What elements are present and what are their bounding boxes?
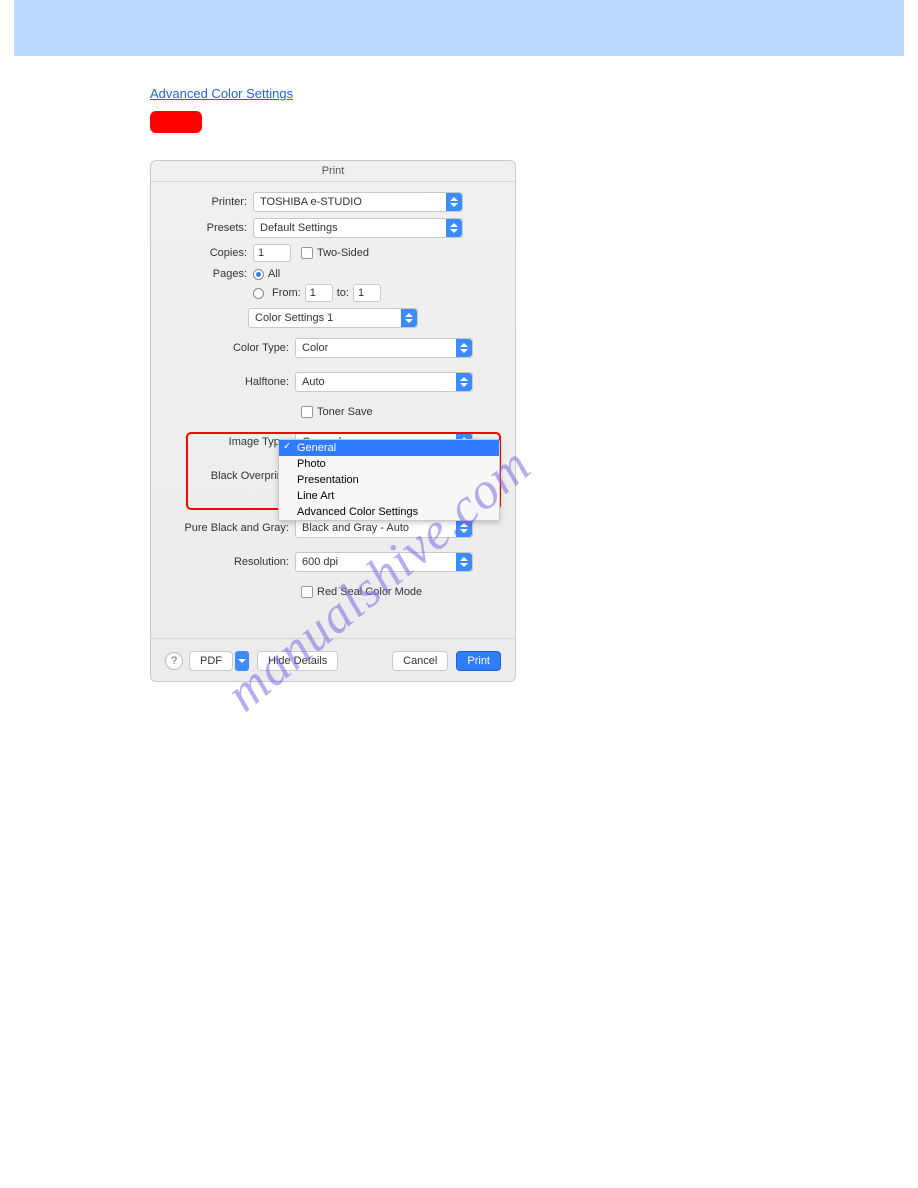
chevron-updown-icon: [456, 553, 472, 571]
content-area: Advanced Color Settings Print Printer: T…: [0, 86, 918, 682]
print-button[interactable]: Print: [456, 651, 501, 671]
copies-input[interactable]: 1: [253, 244, 291, 262]
page-header-band: [14, 0, 904, 56]
pages-all-radio[interactable]: [253, 269, 264, 280]
red-seal-label: Red Seal Color Mode: [317, 586, 422, 598]
chevron-updown-icon: [456, 339, 472, 357]
chevron-updown-icon: [446, 193, 462, 211]
chevron-updown-icon: [446, 219, 462, 237]
menu-item-general[interactable]: General: [279, 440, 499, 456]
menu-item-presentation[interactable]: Presentation: [279, 472, 499, 488]
chevron-updown-icon: [401, 309, 417, 327]
chevron-down-icon: [235, 651, 249, 671]
section-select[interactable]: Color Settings 1: [248, 308, 418, 328]
help-button[interactable]: ?: [165, 652, 183, 670]
dialog-title: Print: [151, 161, 515, 182]
copies-label: Copies:: [167, 247, 253, 259]
chevron-updown-icon: [456, 519, 472, 537]
color-type-value: Color: [302, 342, 328, 354]
hide-details-button[interactable]: Hide Details: [257, 651, 338, 671]
pages-to-input[interactable]: 1: [353, 284, 381, 302]
presets-select[interactable]: Default Settings: [253, 218, 463, 238]
menu-item-photo[interactable]: Photo: [279, 456, 499, 472]
pdf-dropdown[interactable]: PDF: [189, 651, 249, 671]
halftone-select[interactable]: Auto: [295, 372, 473, 392]
section-value: Color Settings 1: [255, 312, 333, 324]
pure-black-gray-value: Black and Gray - Auto: [302, 522, 409, 534]
pages-from-input[interactable]: 1: [305, 284, 333, 302]
resolution-value: 600 dpi: [302, 556, 338, 568]
menu-item-advanced-color-settings[interactable]: Advanced Color Settings: [279, 504, 499, 520]
image-type-menu[interactable]: General Photo Presentation Line Art Adva…: [278, 439, 500, 521]
toner-save-checkbox[interactable]: [301, 406, 313, 418]
dialog-footer: ? PDF Hide Details Cancel Print: [151, 638, 515, 671]
two-sided-label: Two-Sided: [317, 247, 369, 259]
presets-value: Default Settings: [260, 222, 338, 234]
toner-save-label: Toner Save: [317, 406, 373, 418]
image-type-label: Image Type:: [167, 436, 295, 448]
resolution-select[interactable]: 600 dpi: [295, 552, 473, 572]
color-type-select[interactable]: Color: [295, 338, 473, 358]
pure-black-gray-select[interactable]: Black and Gray - Auto: [295, 518, 473, 538]
pages-all-label: All: [268, 268, 280, 280]
presets-label: Presets:: [167, 222, 253, 234]
pages-range-radio[interactable]: [253, 288, 264, 299]
print-dialog: Print Printer: TOSHIBA e-STUDIO Presets:…: [150, 160, 516, 682]
printer-select[interactable]: TOSHIBA e-STUDIO: [253, 192, 463, 212]
pages-label: Pages:: [167, 268, 253, 280]
chevron-updown-icon: [456, 373, 472, 391]
printer-value: TOSHIBA e-STUDIO: [260, 196, 362, 208]
resolution-label: Resolution:: [167, 556, 295, 568]
pages-from-label: From:: [272, 287, 301, 299]
halftone-label: Halftone:: [167, 376, 295, 388]
red-callout-pill: [150, 111, 202, 133]
advanced-color-settings-link[interactable]: Advanced Color Settings: [150, 86, 768, 105]
dialog-body: Printer: TOSHIBA e-STUDIO Presets: Defau…: [151, 182, 515, 328]
two-sided-checkbox[interactable]: [301, 247, 313, 259]
halftone-value: Auto: [302, 376, 325, 388]
black-overprint-label: Black Overprint:: [167, 470, 295, 482]
red-seal-checkbox[interactable]: [301, 586, 313, 598]
pages-to-label: to:: [337, 287, 349, 299]
printer-label: Printer:: [167, 196, 253, 208]
cancel-button[interactable]: Cancel: [392, 651, 448, 671]
pure-black-gray-label: Pure Black and Gray:: [167, 522, 295, 534]
pdf-label: PDF: [189, 651, 233, 671]
menu-item-line-art[interactable]: Line Art: [279, 488, 499, 504]
color-type-label: Color Type:: [167, 342, 295, 354]
print-dialog-wrap: Print Printer: TOSHIBA e-STUDIO Presets:…: [150, 160, 516, 682]
